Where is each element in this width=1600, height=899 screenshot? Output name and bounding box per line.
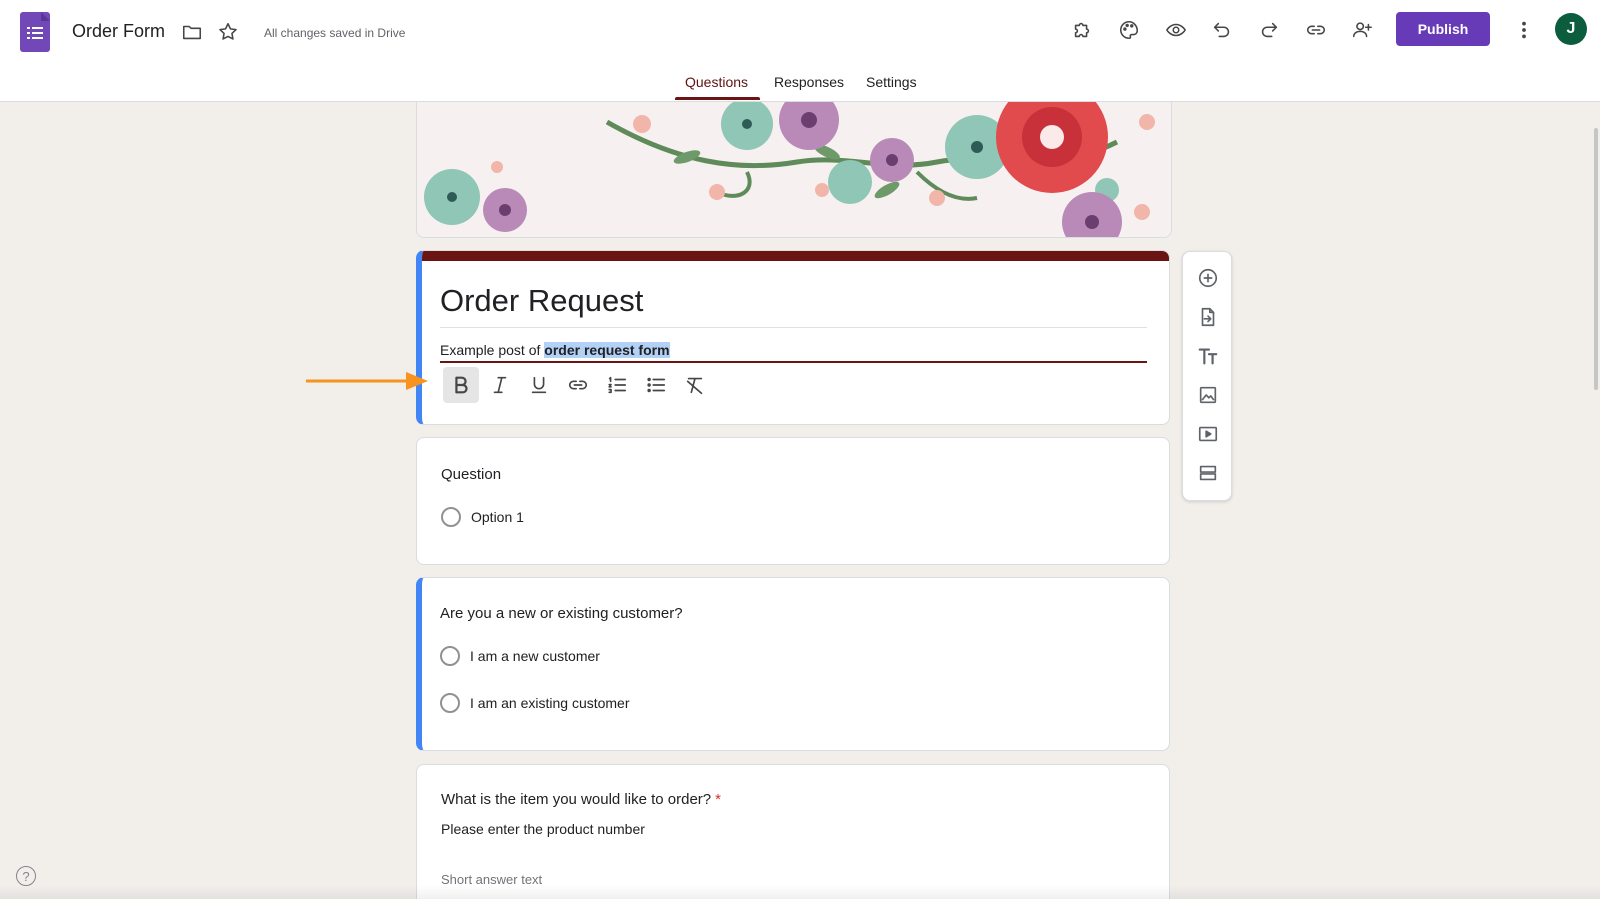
undo-icon[interactable] (1208, 16, 1236, 44)
insert-link-button[interactable] (560, 367, 596, 403)
save-status: All changes saved in Drive (264, 26, 406, 40)
italic-icon (493, 376, 507, 394)
question-title[interactable]: Are you a new or existing customer? (440, 605, 683, 622)
question-card-selected[interactable]: Are you a new or existing customer? I am… (416, 577, 1170, 751)
header-banner-image (416, 102, 1172, 238)
add-title-icon (1198, 348, 1218, 365)
underline-icon (531, 376, 547, 394)
forms-logo-icon[interactable] (20, 12, 50, 52)
floating-question-toolbar (1182, 251, 1232, 501)
active-tab-indicator (675, 97, 760, 100)
document-title[interactable]: Order Form (72, 21, 165, 42)
bulleted-list-icon (647, 377, 666, 393)
add-video-icon (1198, 426, 1218, 442)
option-label: I am a new customer (470, 648, 600, 664)
bold-icon (455, 376, 468, 394)
tab-settings[interactable]: Settings (866, 74, 917, 90)
radio-icon (440, 693, 460, 713)
required-asterisk: * (715, 791, 721, 808)
description-selected-text: order request form (544, 342, 670, 358)
choice-option[interactable]: Option 1 (441, 507, 524, 527)
description-focus-underline (440, 361, 1147, 363)
add-question-button[interactable] (1195, 265, 1221, 291)
add-video-button[interactable] (1195, 421, 1221, 447)
bold-button[interactable] (443, 367, 479, 403)
tab-responses[interactable]: Responses (774, 74, 844, 90)
option-label: I am an existing customer (470, 695, 630, 711)
link-icon (568, 380, 588, 390)
page-scrollbar[interactable] (1594, 128, 1598, 390)
bottom-shadow (0, 885, 1600, 899)
question-title[interactable]: Question (441, 466, 501, 483)
link-icon[interactable] (1302, 16, 1330, 44)
add-section-button[interactable] (1195, 460, 1221, 486)
palette-icon[interactable] (1115, 16, 1143, 44)
title-underline (440, 327, 1147, 328)
question-card[interactable]: What is the item you would like to order… (416, 764, 1170, 899)
folder-icon[interactable] (178, 18, 206, 46)
clear-format-icon (686, 377, 703, 395)
top-bar: Order Form All changes saved in Drive Pu… (0, 0, 1600, 102)
form-title-card[interactable]: Order Request Example post of order requ… (416, 250, 1170, 425)
bulleted-list-button[interactable] (638, 367, 674, 403)
form-title[interactable]: Order Request (440, 283, 643, 319)
choice-option[interactable]: I am a new customer (440, 646, 600, 666)
question-card[interactable]: Question Option 1 (416, 437, 1170, 565)
publish-button[interactable]: Publish (1396, 12, 1490, 46)
question-title-text: What is the item you would like to order… (441, 791, 712, 808)
option-label: Option 1 (471, 509, 524, 525)
import-questions-icon (1201, 307, 1215, 327)
add-question-icon (1198, 268, 1218, 288)
description-text: Example post of (440, 342, 545, 358)
format-toolbar (443, 367, 716, 403)
add-collaborator-icon[interactable] (1348, 16, 1376, 44)
addons-puzzle-icon[interactable] (1068, 16, 1096, 44)
add-section-icon (1199, 465, 1217, 481)
numbered-list-icon (608, 376, 627, 394)
theme-color-strip (422, 251, 1169, 261)
radio-icon (441, 507, 461, 527)
clear-formatting-button[interactable] (677, 367, 713, 403)
import-questions-button[interactable] (1195, 304, 1221, 330)
preview-eye-icon[interactable] (1162, 16, 1190, 44)
help-icon[interactable]: ? (16, 866, 36, 886)
add-image-button[interactable] (1195, 382, 1221, 408)
annotation-arrow-icon (306, 372, 428, 390)
tab-questions[interactable]: Questions (685, 74, 748, 90)
form-description[interactable]: Example post of order request form (440, 342, 670, 358)
redo-icon[interactable] (1255, 16, 1283, 44)
choice-option[interactable]: I am an existing customer (440, 693, 630, 713)
account-avatar[interactable]: J (1555, 13, 1587, 45)
star-icon[interactable] (214, 18, 242, 46)
add-image-icon (1199, 386, 1217, 404)
question-title[interactable]: What is the item you would like to order… (441, 791, 721, 808)
radio-icon (440, 646, 460, 666)
numbered-list-button[interactable] (599, 367, 635, 403)
add-title-button[interactable] (1195, 343, 1221, 369)
italic-button[interactable] (482, 367, 518, 403)
underline-button[interactable] (521, 367, 557, 403)
question-description: Please enter the product number (441, 821, 645, 837)
more-vert-icon[interactable] (1510, 16, 1538, 44)
